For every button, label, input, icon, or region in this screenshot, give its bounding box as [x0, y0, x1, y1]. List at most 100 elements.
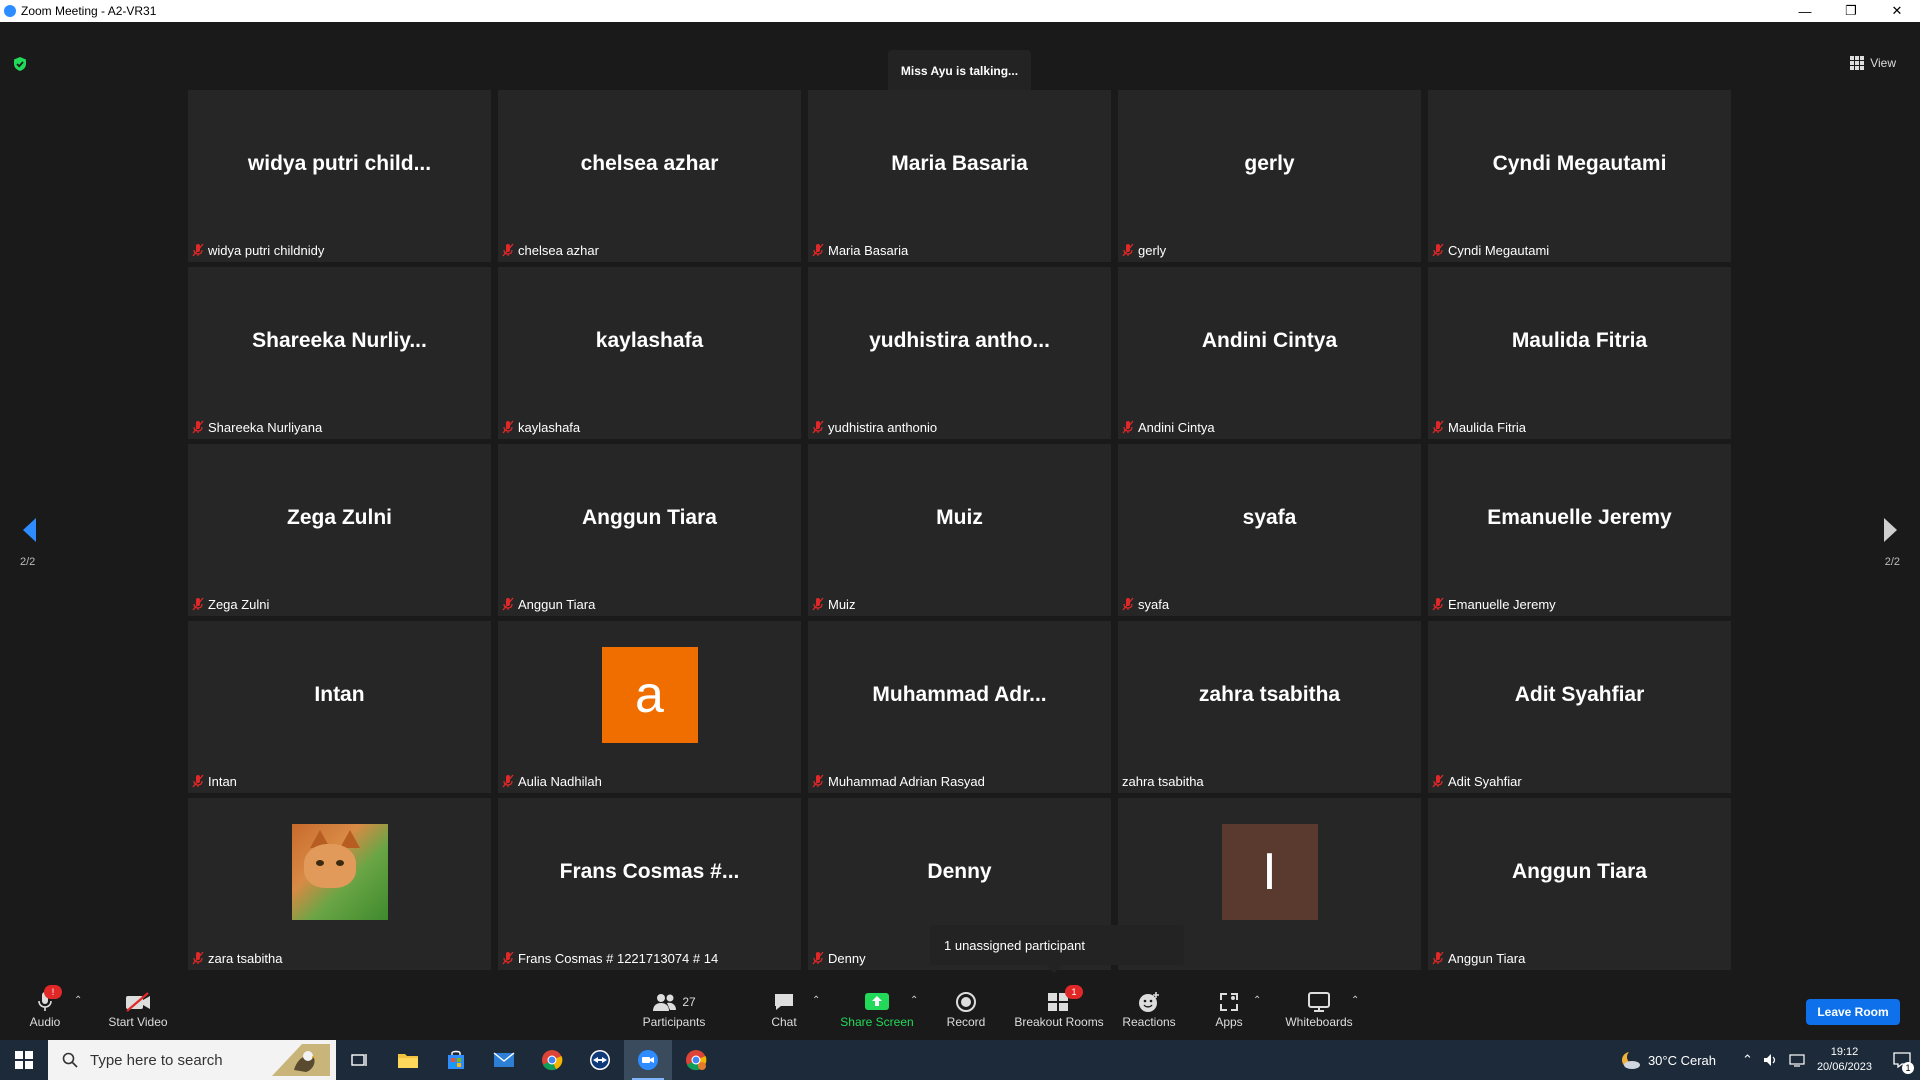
participant-tile[interactable]: Anggun Tiara Anggun Tiara [498, 444, 801, 616]
share-screen-icon [865, 992, 889, 1010]
active-speaker-banner: Miss Ayu is talking... [888, 50, 1031, 92]
weather-moon-icon[interactable] [1618, 1049, 1642, 1071]
participant-tile[interactable]: Muiz Muiz [808, 444, 1111, 616]
avatar: I [1221, 824, 1318, 920]
chat-button[interactable]: Chat [766, 977, 802, 1040]
previous-page-arrow-icon[interactable] [20, 516, 38, 544]
taskbar-search-box[interactable]: Type here to search [48, 1040, 336, 1080]
audio-warning-badge: ! [44, 984, 62, 999]
participant-tile[interactable]: Muhammad Adr... Muhammad Adrian Rasyad [808, 621, 1111, 793]
participant-tile[interactable]: kaylashafa kaylashafa [498, 267, 801, 439]
participant-tile[interactable]: Maulida Fitria Maulida Fitria [1428, 267, 1731, 439]
participant-name: Anggun Tiara [518, 596, 596, 612]
chrome-profile-button[interactable] [672, 1040, 720, 1080]
apps-options-caret-icon[interactable]: ⌃ [1253, 995, 1261, 1006]
participant-tile[interactable]: zara tsabitha [188, 798, 491, 970]
participant-display-name: widya putri child... [247, 152, 432, 175]
participant-name: Frans Cosmas # 1221713074 # 14 [518, 950, 719, 966]
file-explorer-button[interactable] [384, 1040, 432, 1080]
view-button[interactable]: View [1850, 56, 1896, 70]
participant-display-name: Denny [927, 860, 992, 883]
system-tray: 30°C Cerah ⌃ 19:12 20/06/2023 1 [1618, 1040, 1920, 1080]
participant-name-label: Maria Basaria [812, 241, 908, 259]
whiteboard-icon [1308, 991, 1330, 1012]
muted-microphone-icon [1432, 243, 1444, 257]
reactions-button[interactable]: Reactions [1118, 977, 1180, 1040]
apps-icon [1220, 992, 1238, 1011]
close-button[interactable]: ✕ [1874, 0, 1920, 22]
weather-text[interactable]: 30°C Cerah [1648, 1053, 1716, 1068]
restore-button[interactable]: ❐ [1828, 0, 1874, 22]
volume-icon[interactable] [1763, 1053, 1779, 1067]
encryption-shield-icon[interactable] [12, 56, 28, 72]
participants-icon [653, 993, 677, 1011]
muted-microphone-icon [812, 243, 824, 257]
show-hidden-icons-chevron-icon[interactable]: ⌃ [1742, 1052, 1753, 1068]
minimize-button[interactable]: — [1782, 0, 1828, 22]
participant-tile[interactable]: yudhistira antho... yudhistira anthonio [808, 267, 1111, 439]
audio-options-caret-icon[interactable]: ⌃ [74, 995, 82, 1006]
share-options-caret-icon[interactable]: ⌃ [910, 995, 918, 1006]
participant-tile[interactable]: zahra tsabitha zahra tsabitha [1118, 621, 1421, 793]
mail-button[interactable] [480, 1040, 528, 1080]
participant-name-label: Shareeka Nurliyana [192, 418, 322, 436]
participant-name: Maria Basaria [828, 242, 909, 258]
participant-tile[interactable]: syafa syafa [1118, 444, 1421, 616]
record-button[interactable]: Record [944, 977, 988, 1040]
participant-tile[interactable]: Zega Zulni Zega Zulni [188, 444, 491, 616]
network-icon[interactable] [1789, 1053, 1805, 1067]
microsoft-store-button[interactable] [432, 1040, 480, 1080]
participant-tile[interactable]: Anggun Tiara Anggun Tiara [1428, 798, 1731, 970]
participant-name-label: Aulia Nadhilah [502, 772, 602, 790]
participant-display-name: Emanuelle Jeremy [1487, 506, 1672, 529]
muted-microphone-icon [812, 420, 824, 434]
participant-name: chelsea azhar [518, 242, 599, 258]
chat-options-caret-icon[interactable]: ⌃ [812, 995, 820, 1006]
notification-count: 1 [1902, 1062, 1914, 1074]
participant-tile[interactable]: Adit Syahfiar Adit Syahfiar [1428, 621, 1731, 793]
participant-tile[interactable]: Cyndi Megautami Cyndi Megautami [1428, 90, 1731, 262]
windows-start-button[interactable] [0, 1040, 48, 1080]
participant-tile[interactable]: Intan Intan [188, 621, 491, 793]
leave-room-button[interactable]: Leave Room [1806, 999, 1900, 1025]
participant-name-label: yudhistira anthonio [812, 418, 937, 436]
muted-microphone-icon [812, 774, 824, 788]
search-icon [62, 1052, 78, 1068]
task-view-button[interactable] [336, 1040, 384, 1080]
muted-microphone-icon [502, 597, 514, 611]
participant-name-label: zahra tsabitha [1122, 772, 1204, 790]
video-off-icon [126, 991, 150, 1012]
muted-microphone-icon [1122, 597, 1134, 611]
participant-tile[interactable]: Emanuelle Jeremy Emanuelle Jeremy [1428, 444, 1731, 616]
participant-tile[interactable]: Maria Basaria Maria Basaria [808, 90, 1111, 262]
start-video-label: Start Video [108, 1014, 168, 1029]
share-screen-button[interactable]: Share Screen [840, 977, 914, 1040]
participant-name-label: Denny [812, 949, 866, 967]
start-video-button[interactable]: Start Video [106, 977, 170, 1040]
participants-button[interactable]: 27 Participants [642, 977, 706, 1040]
whiteboards-options-caret-icon[interactable]: ⌃ [1351, 995, 1359, 1006]
muted-microphone-icon [1432, 597, 1444, 611]
whiteboards-label: Whiteboards [1285, 1014, 1353, 1029]
participant-tile[interactable]: chelsea azhar chelsea azhar [498, 90, 801, 262]
teamviewer-button[interactable] [576, 1040, 624, 1080]
taskbar-clock[interactable]: 19:12 20/06/2023 [1817, 1045, 1872, 1075]
participant-tile[interactable]: a Aulia Nadhilah [498, 621, 801, 793]
participant-tile[interactable]: widya putri child... widya putri childnid… [188, 90, 491, 262]
whiteboards-button[interactable]: Whiteboards [1282, 977, 1356, 1040]
notification-center-button[interactable]: 1 [1884, 1040, 1920, 1080]
participant-tile[interactable]: Frans Cosmas #... Frans Cosmas # 12217130… [498, 798, 801, 970]
audio-button[interactable]: ! Audio [28, 977, 62, 1040]
muted-microphone-icon [502, 420, 514, 434]
next-page-arrow-icon[interactable] [1882, 516, 1900, 544]
participant-tile[interactable]: Andini Cintya Andini Cintya [1118, 267, 1421, 439]
store-bag-icon [448, 1050, 464, 1069]
participant-display-name: Adit Syahfiar [1514, 683, 1645, 706]
chrome-button[interactable] [528, 1040, 576, 1080]
participant-tile[interactable]: Shareeka Nurliy... Shareeka Nurliyana [188, 267, 491, 439]
apps-button[interactable]: Apps [1212, 977, 1246, 1040]
participant-tile[interactable]: gerly gerly [1118, 90, 1421, 262]
breakout-rooms-button[interactable]: 1 Breakout Rooms [1012, 977, 1106, 1040]
zoom-taskbar-button[interactable] [624, 1040, 672, 1080]
participant-name: Shareeka Nurliyana [208, 419, 323, 435]
